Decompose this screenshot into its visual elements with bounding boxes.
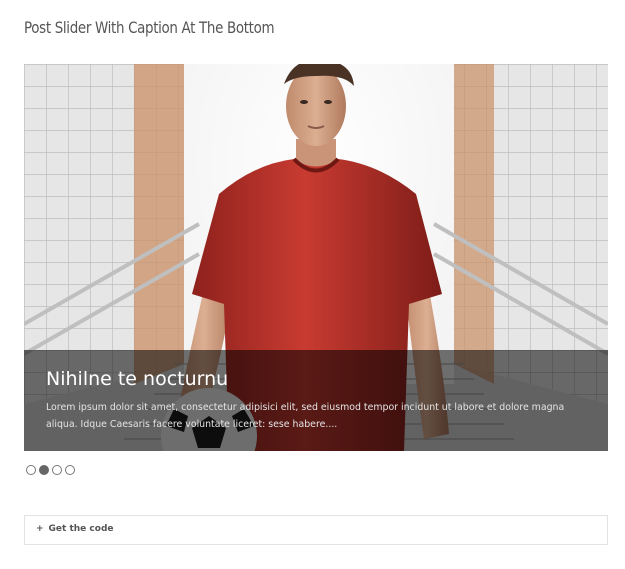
slider-pagination — [26, 465, 78, 475]
post-slider[interactable]: Nihilne te nocturnu Lorem ipsum dolor si… — [24, 64, 608, 451]
get-the-code-toggle[interactable]: + Get the code — [36, 524, 114, 534]
pagination-dot-1[interactable] — [26, 465, 36, 475]
plus-icon: + — [36, 524, 44, 534]
caption-text: Lorem ipsum dolor sit amet, consectetur … — [46, 402, 565, 430]
pagination-dot-2[interactable] — [39, 465, 49, 475]
get-the-code-label: Get the code — [48, 524, 114, 534]
caption-title[interactable]: Nihilne te nocturnu — [46, 368, 228, 390]
page-title: Post Slider With Caption At The Bottom — [24, 18, 275, 37]
get-the-code-panel[interactable]: + Get the code — [24, 515, 608, 545]
pagination-dot-3[interactable] — [52, 465, 62, 475]
pagination-dot-4[interactable] — [65, 465, 75, 475]
slide-caption: Nihilne te nocturnu Lorem ipsum dolor si… — [24, 350, 608, 451]
